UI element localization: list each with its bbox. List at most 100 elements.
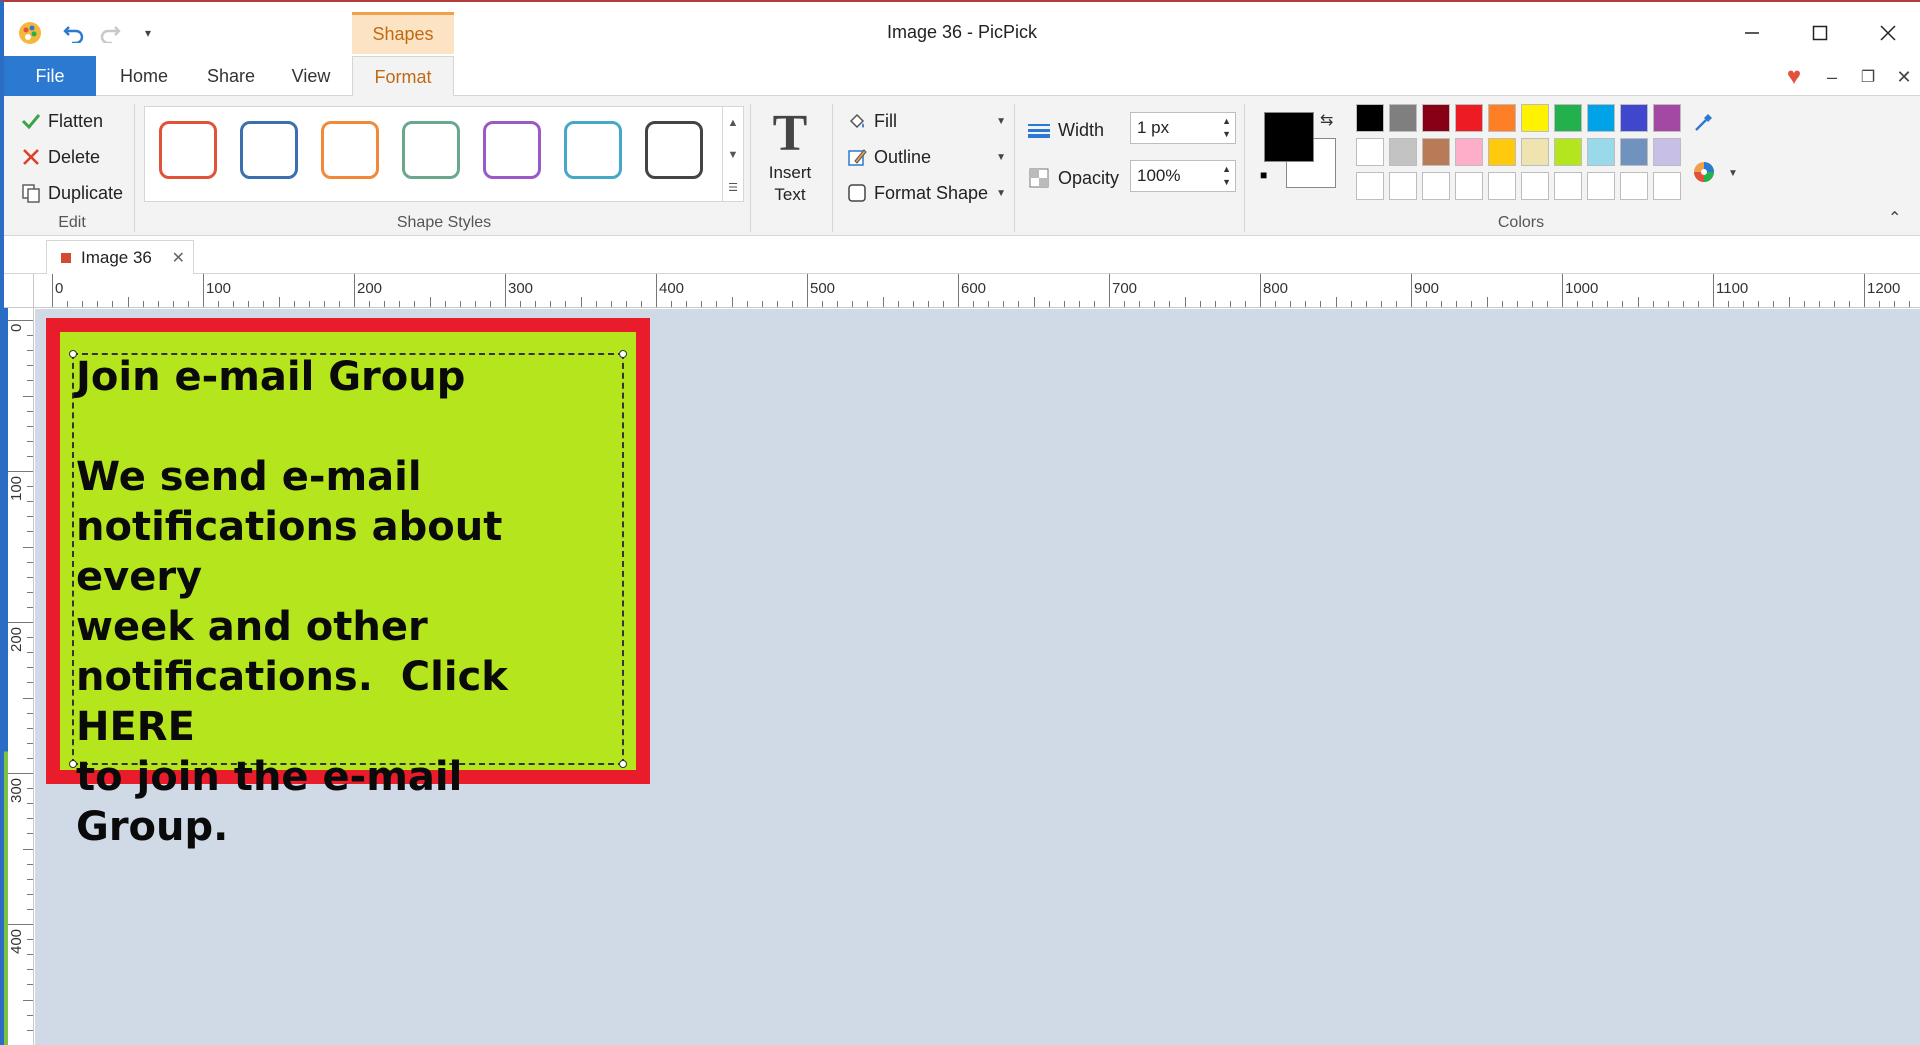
outline-dropdown[interactable]: Outline ▼ [844,142,1006,172]
palette-color-swatch[interactable] [1488,138,1516,166]
eyedropper-icon[interactable] [1692,110,1716,141]
ruler-tick [1411,274,1412,307]
ruler-tick [23,395,33,397]
palette-color-swatch[interactable] [1389,172,1417,200]
palette-color-swatch[interactable] [1653,138,1681,166]
shape-style-3[interactable] [321,121,379,179]
palette-color-swatch[interactable] [1653,104,1681,132]
palette-color-swatch[interactable] [1455,138,1483,166]
palette-color-swatch[interactable] [1422,172,1450,200]
doc-minimize-icon[interactable]: – [1818,64,1846,90]
duplicate-button[interactable]: Duplicate [18,178,123,208]
ruler-tick [1652,301,1654,307]
tab-home[interactable]: Home [106,56,182,96]
palette-color-swatch[interactable] [1554,172,1582,200]
palette-color-swatch[interactable] [1488,104,1516,132]
tab-format[interactable]: Format [352,56,454,97]
shape-style-1[interactable] [159,121,217,179]
resize-handle[interactable] [619,760,627,768]
ruler-tick [1637,297,1639,307]
customize-qat-button[interactable]: ▾ [136,18,160,48]
palette-color-swatch[interactable] [1653,172,1681,200]
shape-style-4[interactable] [402,121,460,179]
ruler-tick [27,878,33,880]
picpick-app-icon[interactable] [14,18,46,48]
palette-color-swatch[interactable] [1455,104,1483,132]
ruler-tick [1048,301,1050,307]
gallery-expand-icon[interactable]: ☰ [723,171,743,203]
delete-button[interactable]: Delete [18,142,100,172]
maximize-button[interactable] [1792,14,1848,52]
palette-color-swatch[interactable] [1389,138,1417,166]
banner-text[interactable]: Join e-mail Group We send e-mail notific… [76,352,616,852]
foreground-color-swatch[interactable] [1264,112,1314,162]
palette-color-swatch[interactable] [1587,172,1615,200]
ruler-tick [23,546,33,548]
shape-style-5[interactable] [483,121,541,179]
fill-dropdown[interactable]: Fill ▼ [844,106,1006,136]
opacity-checker-icon [1026,168,1052,188]
banner-image[interactable]: Join e-mail Group We send e-mail notific… [46,318,650,850]
gallery-up-icon[interactable]: ▲ [723,107,743,139]
palette-color-swatch[interactable] [1554,138,1582,166]
shape-style-7[interactable] [645,121,703,179]
undo-icon[interactable] [58,18,90,48]
palette-color-swatch[interactable] [1521,138,1549,166]
tab-close-icon[interactable]: ✕ [172,248,185,268]
spinner-arrows-icon[interactable]: ▲ ▼ [1222,163,1231,189]
ruler-tick [958,274,959,307]
palette-color-swatch[interactable] [1620,104,1648,132]
palette-color-swatch[interactable] [1620,138,1648,166]
flatten-button[interactable]: Flatten [18,106,103,136]
palette-color-swatch[interactable] [1587,104,1615,132]
insert-text-button[interactable]: T Insert Text [756,106,824,206]
palette-color-swatch[interactable] [1587,138,1615,166]
ruler-label: 500 [810,280,836,297]
ruler-tick [1486,297,1488,307]
redo-icon[interactable] [94,18,126,48]
shape-style-2[interactable] [240,121,298,179]
ruler-tick [459,301,461,307]
color-wheel-icon[interactable] [1692,160,1716,190]
swap-colors-icon[interactable]: ⇆ [1320,110,1333,130]
close-button[interactable] [1860,14,1916,52]
palette-color-swatch[interactable] [1356,138,1384,166]
palette-color-swatch[interactable] [1488,172,1516,200]
ruler-label: 400 [659,280,685,297]
spinner-arrows-icon[interactable]: ▲ ▼ [1222,115,1231,141]
opacity-spinner[interactable]: 100% ▲ ▼ [1130,160,1236,192]
ruler-tick [23,999,33,1001]
doc-restore-icon[interactable]: ❐ [1854,64,1882,90]
ruler-tick [776,301,778,307]
palette-color-swatch[interactable] [1389,104,1417,132]
tab-view[interactable]: View [280,56,342,96]
palette-color-swatch[interactable] [1521,104,1549,132]
reset-colors-icon[interactable]: ■ [1260,168,1267,182]
chevron-down-icon[interactable]: ▼ [1728,168,1738,179]
ruler-tick [1607,301,1609,307]
palette-color-swatch[interactable] [1620,172,1648,200]
insert-text-label-1: Insert [768,163,812,182]
palette-color-swatch[interactable] [1554,104,1582,132]
document-tab[interactable]: Image 36 ✕ [46,240,194,274]
canvas-area[interactable]: Join e-mail Group We send e-mail notific… [35,309,1920,1045]
gallery-down-icon[interactable]: ▼ [723,139,743,171]
width-spinner[interactable]: 1 px ▲ ▼ [1130,112,1236,144]
format-shape-dropdown[interactable]: Format Shape ▼ [844,178,1006,208]
minimize-button[interactable] [1724,14,1780,52]
palette-color-swatch[interactable] [1356,172,1384,200]
tab-file[interactable]: File [4,56,96,96]
palette-color-swatch[interactable] [1455,172,1483,200]
doc-close-icon[interactable]: ✕ [1890,64,1918,90]
collapse-ribbon-icon[interactable]: ⌃ [1888,208,1901,228]
heart-icon[interactable]: ♥ [1780,63,1808,90]
resize-handle[interactable] [619,350,627,358]
palette-color-swatch[interactable] [1422,104,1450,132]
palette-color-swatch[interactable] [1422,138,1450,166]
ruler-tick [112,301,114,307]
palette-color-swatch[interactable] [1356,104,1384,132]
shape-style-6[interactable] [564,121,622,179]
ruler-tick [354,274,355,307]
tab-share[interactable]: Share [196,56,266,96]
palette-color-swatch[interactable] [1521,172,1549,200]
